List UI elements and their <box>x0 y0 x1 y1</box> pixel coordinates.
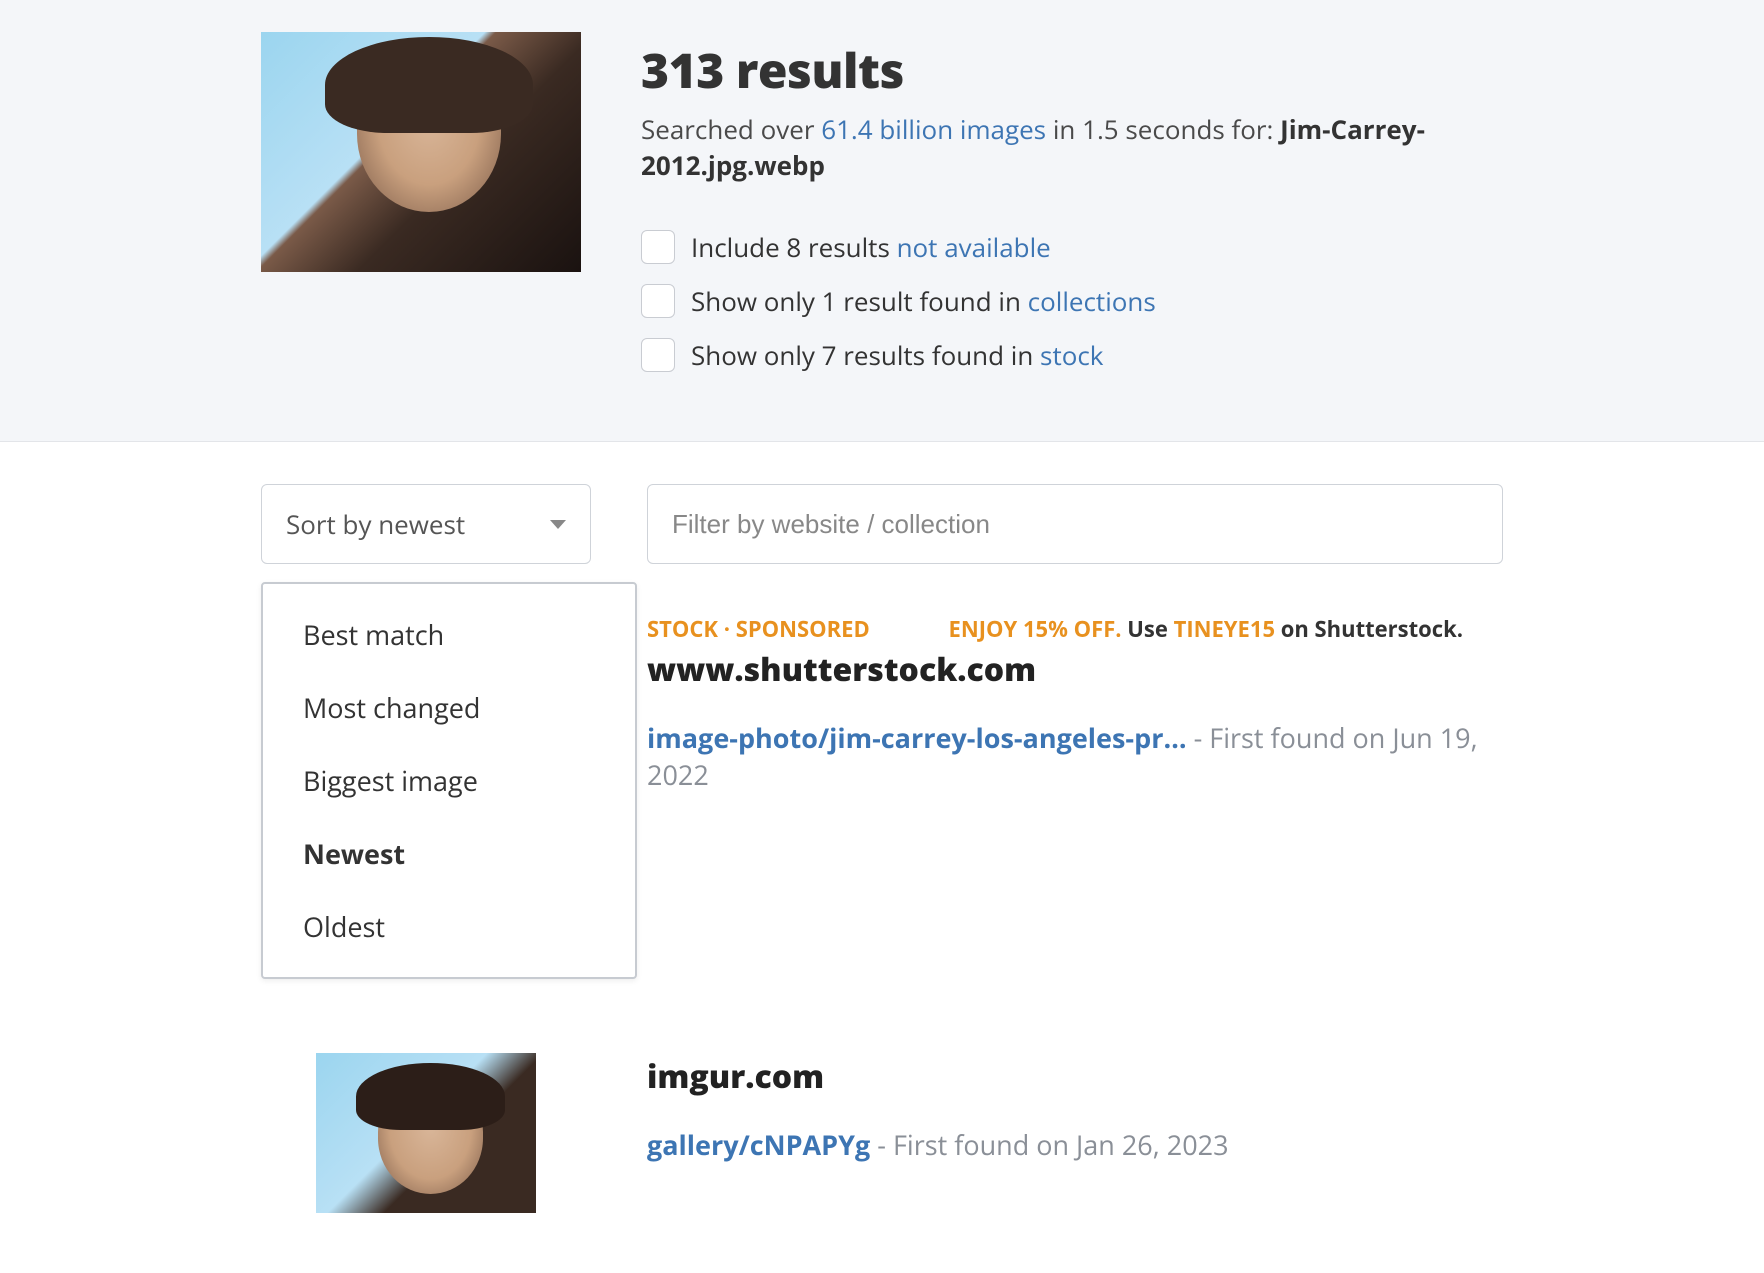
checkbox-icon[interactable] <box>641 338 675 372</box>
sort-option-biggest-image[interactable]: Biggest image <box>263 744 635 817</box>
result-domain[interactable]: www.shutterstock.com <box>647 648 1503 691</box>
result-thumbnail[interactable] <box>316 1053 536 1213</box>
index-size-link[interactable]: 61.4 billion images <box>821 111 1046 147</box>
promo-mid: Use <box>1122 614 1174 644</box>
promo-lead: ENJOY 15% OFF. <box>949 614 1122 644</box>
result-first-found: - First found on Jan 26, 2023 <box>877 1126 1228 1163</box>
search-meta-line: Searched over 61.4 billion images in 1.5… <box>641 111 1503 183</box>
sort-option-best-match[interactable]: Best match <box>263 598 635 671</box>
not-available-link[interactable]: not available <box>897 229 1051 265</box>
filter-collections[interactable]: Show only 1 result found in collections <box>641 283 1503 319</box>
sort-option-newest[interactable]: Newest <box>263 817 635 890</box>
sort-selected-label: Sort by newest <box>286 506 465 542</box>
result-thumb-col <box>261 1053 591 1213</box>
search-summary-header: 313 results Searched over 61.4 billion i… <box>0 0 1764 442</box>
sort-dropdown-toggle[interactable]: Sort by newest <box>261 484 591 564</box>
sort-dropdown-menu: Best match Most changed Biggest image Ne… <box>261 582 637 979</box>
chevron-down-icon <box>550 520 566 529</box>
searched-prefix: Searched over <box>641 111 821 147</box>
filter-checkboxes: Include 8 results not available Show onl… <box>641 229 1503 373</box>
promo-tail: on Shutterstock. <box>1275 614 1463 644</box>
controls-row: Sort by newest Best match Most changed B… <box>261 442 1503 564</box>
filter-stock[interactable]: Show only 7 results found in stock <box>641 337 1503 373</box>
checkbox-icon[interactable] <box>641 284 675 318</box>
promo-text: ENJOY 15% OFF. Use TINEYE15 on Shutterst… <box>949 614 1464 644</box>
stock-sponsored-badge: STOCK · SPONSORED <box>647 614 870 644</box>
filter-website-input[interactable] <box>647 484 1503 564</box>
sort-option-most-changed[interactable]: Most changed <box>263 671 635 744</box>
results-count-title: 313 results <box>641 38 1503 103</box>
sort-option-oldest[interactable]: Oldest <box>263 890 635 963</box>
filter-stock-text: Show only 7 results found in <box>691 337 1040 373</box>
result-domain[interactable]: imgur.com <box>647 1055 1503 1098</box>
filter-not-available[interactable]: Include 8 results not available <box>641 229 1503 265</box>
stock-link[interactable]: stock <box>1040 337 1103 373</box>
collections-link[interactable]: collections <box>1028 283 1156 319</box>
checkbox-icon[interactable] <box>641 230 675 264</box>
result-path-link[interactable]: image-photo/jim-carrey-los-angeles-pr… <box>647 719 1187 756</box>
query-image-thumbnail[interactable] <box>261 32 581 272</box>
time-phrase: in 1.5 seconds for: <box>1046 111 1280 147</box>
filter-collections-text: Show only 1 result found in <box>691 283 1028 319</box>
filter-not-available-text: Include 8 results <box>691 229 897 265</box>
promo-code: TINEYE15 <box>1174 614 1275 644</box>
result-path-link[interactable]: gallery/cNPAPYg <box>647 1126 870 1163</box>
